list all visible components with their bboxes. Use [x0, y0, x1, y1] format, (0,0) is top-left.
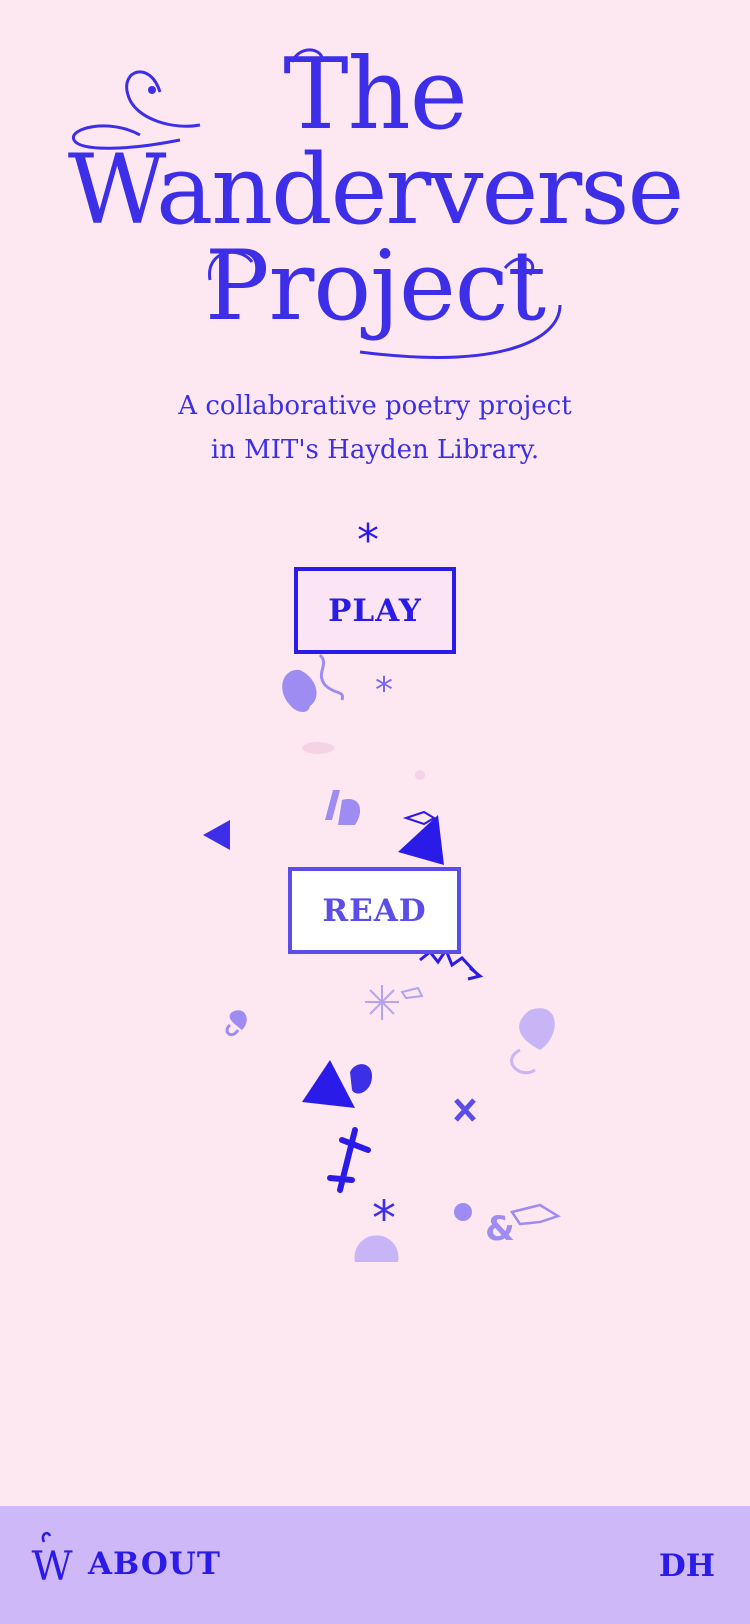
ampersand-icon: &	[485, 1209, 515, 1249]
read-button[interactable]: READ	[288, 867, 461, 954]
subtitle-line-1: A collaborative poetry project	[178, 391, 572, 421]
svg-text:*: *	[375, 670, 393, 711]
asterisk-icon: *	[375, 670, 393, 711]
dh-link[interactable]: DH	[659, 1548, 715, 1584]
heart-icon	[225, 1010, 247, 1037]
pointing-hand-icon	[509, 1203, 561, 1226]
wanderverse-logo-icon[interactable]: W	[30, 1524, 78, 1584]
starburst-icon	[365, 985, 399, 1020]
heart-icon	[282, 653, 345, 713]
about-link[interactable]: ABOUT	[88, 1546, 221, 1582]
svg-text:W: W	[31, 1544, 72, 1584]
subtitle-line-2: in MIT's Hayden Library.	[210, 435, 540, 465]
pointing-hand-icon	[400, 986, 424, 1000]
arrow-head-icon	[467, 966, 484, 981]
title-line-the: The	[283, 38, 467, 152]
title-line-wanderverse: Wanderverse	[67, 134, 685, 246]
heart-icon	[350, 1064, 372, 1094]
svg-text:*: *	[357, 515, 379, 566]
heart-icon	[510, 1008, 555, 1075]
circle-icon	[454, 1203, 472, 1221]
cross-icon	[454, 1098, 476, 1122]
subtitle: A collaborative poetry project in MIT's …	[0, 384, 750, 472]
faint-mark-icon	[302, 742, 334, 754]
triangle-icon	[203, 820, 230, 850]
title-line-project: Project	[204, 230, 546, 342]
heart-icon	[325, 790, 361, 825]
pointing-hand-icon	[402, 810, 436, 826]
triangle-icon	[302, 1060, 355, 1108]
faint-mark-icon	[415, 770, 425, 780]
asterisk-icon	[327, 1127, 371, 1193]
footer-nav: W ABOUT DH	[0, 1506, 750, 1624]
page-title: The Wanderverse Project	[0, 0, 750, 380]
asterisk-icon: *	[357, 515, 379, 566]
play-button[interactable]: PLAY	[294, 567, 456, 654]
